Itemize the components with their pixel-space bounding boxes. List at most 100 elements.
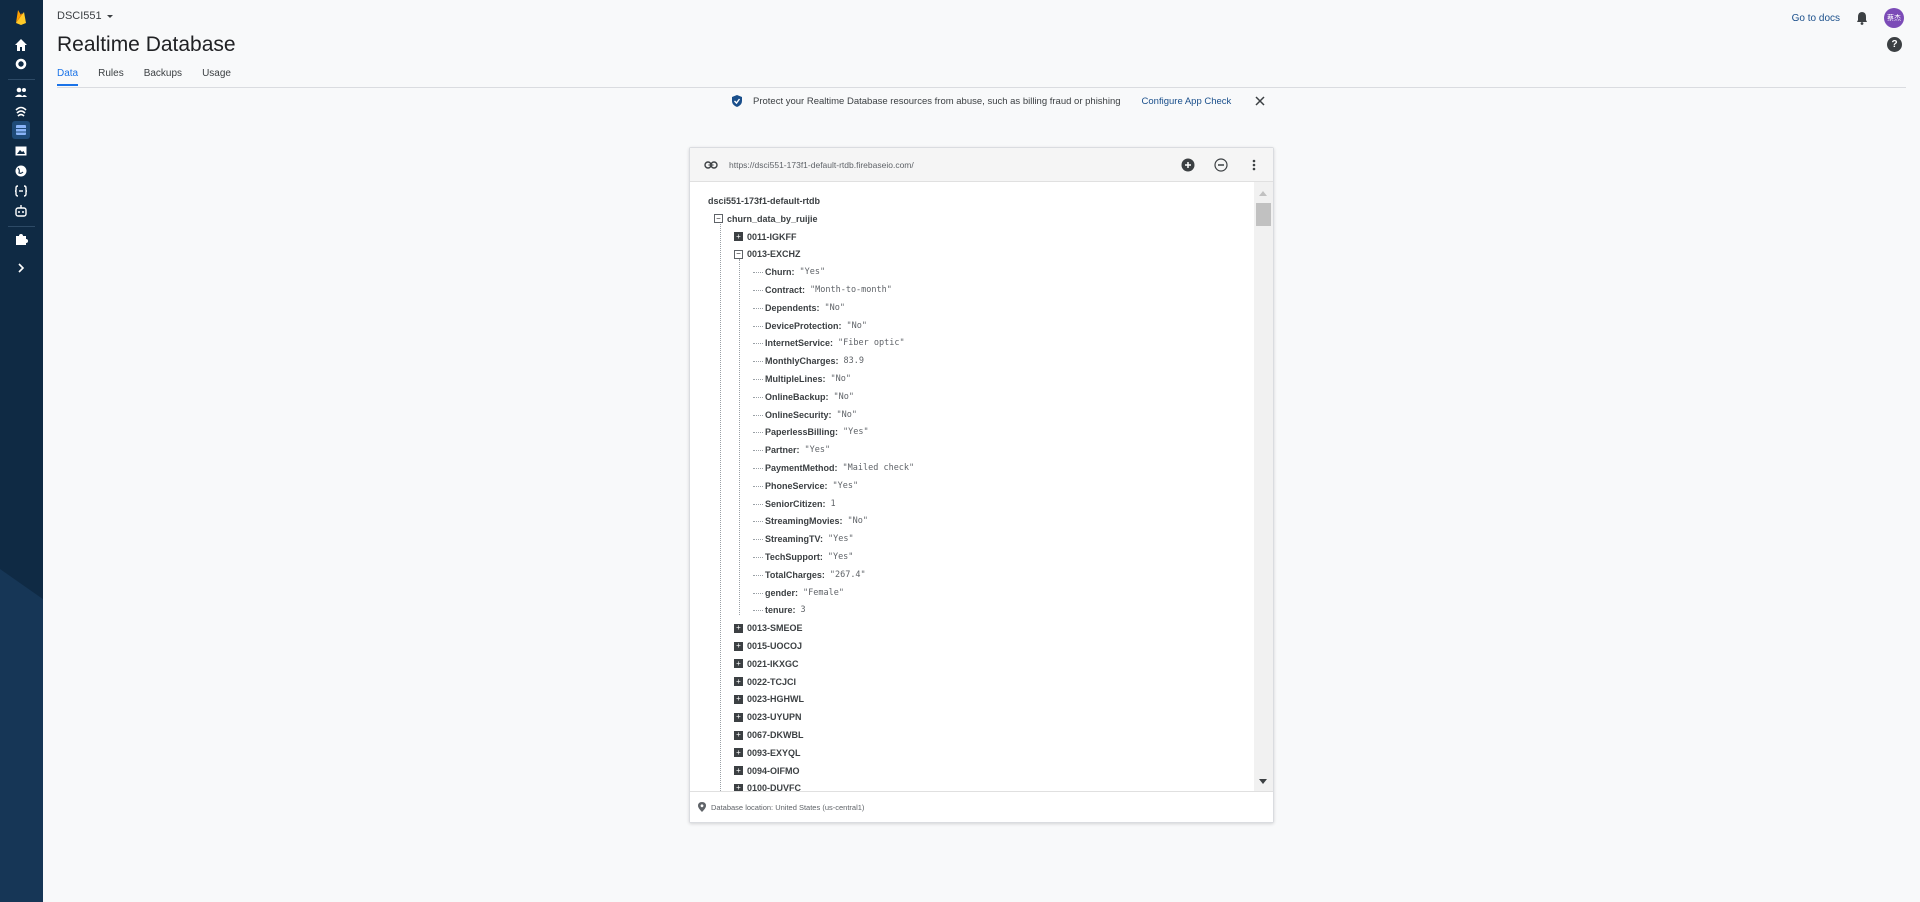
tree-node[interactable]: +0023-UYUPN: [734, 708, 802, 726]
avatar[interactable]: 蔡杰: [1884, 8, 1904, 28]
field-value[interactable]: "No": [825, 303, 845, 313]
tab-backups[interactable]: Backups: [144, 68, 182, 86]
tree-scrollbar[interactable]: [1254, 182, 1273, 793]
tab-data[interactable]: Data: [57, 68, 79, 86]
tree-node[interactable]: +0011-IGKFF: [734, 228, 797, 246]
tree-root[interactable]: dsci551-173f1-default-rtdb: [708, 192, 820, 210]
field-value[interactable]: "No": [837, 410, 857, 420]
tree-leaf[interactable]: SeniorCitizen: 1: [765, 495, 836, 513]
expand-toggle[interactable]: +: [734, 659, 743, 669]
field-value[interactable]: "No": [831, 374, 851, 384]
expand-toggle[interactable]: +: [734, 766, 743, 776]
field-value[interactable]: "Yes": [828, 552, 854, 562]
bell-icon[interactable]: [1854, 10, 1870, 26]
configure-app-check-link[interactable]: Configure App Check: [1142, 96, 1232, 107]
tree-leaf[interactable]: DeviceProtection: "No": [765, 317, 867, 335]
more-icon[interactable]: [1247, 158, 1261, 172]
nav-realtime-database[interactable]: [12, 121, 30, 139]
field-value[interactable]: "Fiber optic": [838, 338, 905, 348]
nav-authentication[interactable]: [12, 83, 30, 101]
expand-toggle[interactable]: +: [734, 730, 743, 740]
tab-usage[interactable]: Usage: [202, 68, 231, 86]
tab-rules[interactable]: Rules: [98, 68, 124, 86]
tree-leaf[interactable]: Contract: "Month-to-month": [765, 281, 892, 299]
expand-toggle[interactable]: +: [734, 641, 743, 651]
tree-node[interactable]: +0094-OIFMO: [734, 762, 800, 780]
collapse-toggle[interactable]: −: [734, 249, 743, 259]
project-selector[interactable]: DSCI551: [57, 10, 114, 22]
tree-leaf[interactable]: TechSupport: "Yes": [765, 548, 853, 566]
tree-leaf[interactable]: PaperlessBilling: "Yes": [765, 423, 869, 441]
go-to-docs-link[interactable]: Go to docs: [1792, 13, 1840, 24]
field-value[interactable]: "Mailed check": [843, 463, 915, 473]
tree-leaf[interactable]: StreamingTV: "Yes": [765, 530, 854, 548]
tree-leaf[interactable]: InternetService: "Fiber optic": [765, 334, 905, 352]
tree-leaf[interactable]: MultipleLines: "No": [765, 370, 851, 388]
tree-node[interactable]: −0013-EXCHZ: [734, 245, 801, 263]
expand-toggle[interactable]: +: [734, 748, 743, 758]
nav-functions[interactable]: [12, 182, 30, 200]
tree-leaf[interactable]: StreamingMovies: "No": [765, 512, 868, 530]
tree-node[interactable]: +0013-SMEOE: [734, 619, 803, 637]
tree-node[interactable]: − churn_data_by_ruijie: [714, 210, 818, 228]
remove-icon[interactable]: [1214, 158, 1228, 172]
database-url[interactable]: https://dsci551-173f1-default-rtdb.fireb…: [729, 160, 914, 170]
field-value[interactable]: "267.4": [830, 570, 866, 580]
tree-leaf[interactable]: Partner: "Yes": [765, 441, 830, 459]
nav-settings[interactable]: [12, 55, 30, 73]
expand-toggle[interactable]: +: [734, 623, 743, 633]
nav-extensions[interactable]: [12, 230, 30, 248]
tree-connector: [753, 361, 763, 363]
nav-storage[interactable]: [12, 142, 30, 160]
firebase-logo-icon[interactable]: [12, 8, 30, 26]
help-icon[interactable]: ?: [1887, 37, 1902, 52]
field-value[interactable]: "Female": [803, 588, 844, 598]
nav-hosting[interactable]: [12, 162, 30, 180]
expand-toggle[interactable]: +: [734, 694, 743, 704]
field-value[interactable]: "Yes": [833, 481, 859, 491]
nav-expand[interactable]: [12, 259, 30, 277]
field-value[interactable]: "Month-to-month": [810, 285, 892, 295]
extension-icon: [16, 234, 28, 245]
tree-leaf[interactable]: tenure: 3: [765, 601, 806, 619]
tree-node[interactable]: +0015-UOCOJ: [734, 637, 802, 655]
tree-leaf[interactable]: PhoneService: "Yes": [765, 477, 858, 495]
field-value[interactable]: 3: [801, 605, 806, 615]
expand-toggle[interactable]: +: [734, 232, 743, 242]
field-value[interactable]: "Yes": [828, 534, 854, 544]
tree-node[interactable]: +0093-EXYQL: [734, 744, 801, 762]
tree-node[interactable]: +0021-IKXGC: [734, 655, 799, 673]
chevron-down-icon: [106, 15, 113, 18]
tree-leaf[interactable]: MonthlyCharges: 83.9: [765, 352, 864, 370]
field-value[interactable]: "No": [848, 516, 868, 526]
scroll-thumb[interactable]: [1256, 203, 1271, 226]
scroll-down-arrow[interactable]: [1259, 779, 1267, 784]
field-value[interactable]: "Yes": [843, 427, 869, 437]
tree-leaf[interactable]: gender: "Female": [765, 584, 844, 602]
tree-node[interactable]: +0022-TCJCI: [734, 673, 796, 691]
tree-leaf[interactable]: TotalCharges: "267.4": [765, 566, 866, 584]
link-icon[interactable]: [704, 159, 718, 171]
tree-leaf[interactable]: PaymentMethod: "Mailed check": [765, 459, 914, 477]
tree-leaf[interactable]: Churn: "Yes": [765, 263, 825, 281]
field-value[interactable]: "No": [834, 392, 854, 402]
tree-leaf[interactable]: OnlineSecurity: "No": [765, 406, 857, 424]
nav-firestore[interactable]: [12, 102, 30, 120]
tree-leaf[interactable]: OnlineBackup: "No": [765, 388, 854, 406]
field-value[interactable]: "Yes": [800, 267, 826, 277]
nav-machine-learning[interactable]: [12, 202, 30, 220]
expand-toggle[interactable]: +: [734, 677, 743, 687]
collapse-toggle[interactable]: −: [714, 214, 723, 224]
tree-node[interactable]: +0067-DKWBL: [734, 726, 804, 744]
tree-node[interactable]: +0023-HGHWL: [734, 690, 804, 708]
nav-home[interactable]: [12, 36, 30, 54]
field-value[interactable]: "Yes": [805, 445, 831, 455]
field-value[interactable]: 1: [831, 499, 836, 509]
field-value[interactable]: "No": [847, 321, 867, 331]
tree-leaf[interactable]: Dependents: "No": [765, 299, 845, 317]
expand-toggle[interactable]: +: [734, 712, 743, 722]
scroll-up-arrow[interactable]: [1259, 191, 1267, 196]
field-value[interactable]: 83.9: [844, 356, 864, 366]
add-icon[interactable]: [1181, 158, 1195, 172]
close-icon[interactable]: [1254, 95, 1266, 107]
